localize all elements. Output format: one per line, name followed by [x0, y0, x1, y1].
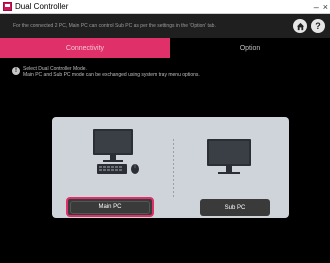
info-text: Select Dual Controller Mode. Main PC and… [23, 66, 200, 78]
info-line-2: Main PC and Sub PC mode can be exchanged… [23, 72, 200, 78]
tab-connectivity[interactable]: Connectivity [0, 38, 170, 58]
home-button[interactable] [293, 19, 307, 33]
desktop-pc-icon [93, 129, 139, 174]
sub-pc-button[interactable]: Sub PC [200, 199, 270, 216]
main-pc-button[interactable]: Main PC [66, 197, 154, 217]
tab-bar: Connectivity Option [0, 38, 330, 58]
header-bar: For the connected 2 PC, Main PC can cont… [0, 14, 330, 38]
monitor-icon [207, 139, 251, 174]
main-content: ! Select Dual Controller Mode. Main PC a… [0, 58, 330, 263]
info-icon: ! [12, 67, 20, 75]
info-message: ! Select Dual Controller Mode. Main PC a… [12, 66, 200, 78]
close-button[interactable]: × [323, 0, 328, 14]
help-icon: ? [315, 21, 321, 31]
mode-selection-panel: Main PC Sub PC [52, 117, 289, 218]
main-pc-label: Main PC [98, 204, 122, 210]
title-bar: Dual Controller – × [0, 0, 330, 14]
window-controls: – × [314, 0, 328, 14]
main-pc-button-face: Main PC [70, 200, 150, 214]
window-title: Dual Controller [15, 1, 69, 11]
tab-option[interactable]: Option [170, 38, 330, 58]
sub-pc-label: Sub PC [224, 204, 246, 211]
header-description: For the connected 2 PC, Main PC can cont… [13, 23, 216, 29]
help-button[interactable]: ? [311, 19, 325, 33]
panel-divider [173, 139, 174, 199]
app-icon [3, 2, 12, 11]
home-icon [296, 22, 304, 30]
minimize-button[interactable]: – [314, 0, 319, 14]
